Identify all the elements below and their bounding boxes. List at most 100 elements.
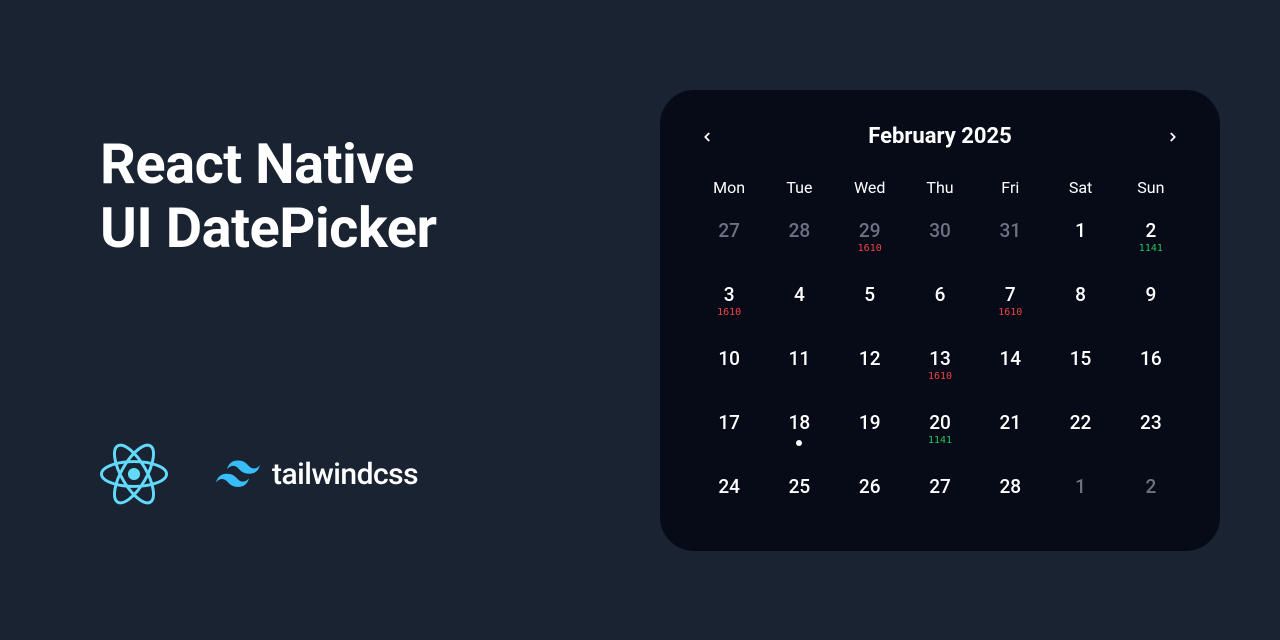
weekday-label: Wed — [835, 178, 905, 203]
day-number: 12 — [859, 347, 881, 370]
day-number: 26 — [859, 475, 881, 498]
day-number: 4 — [794, 283, 805, 306]
day-cell[interactable]: 15 — [1045, 347, 1115, 395]
day-cell[interactable]: 23 — [1116, 411, 1186, 459]
logos-row: tailwindcss — [100, 440, 600, 508]
day-cell[interactable]: 22 — [1045, 411, 1115, 459]
day-cell[interactable]: 29 1610 — [835, 219, 905, 267]
day-cell[interactable]: 21 — [975, 411, 1045, 459]
day-cell[interactable]: 26 — [835, 475, 905, 523]
day-cell[interactable]: 31 — [975, 219, 1045, 267]
prev-month-button[interactable] — [694, 124, 720, 150]
day-number: 27 — [718, 219, 740, 242]
weekday-label: Sat — [1045, 178, 1115, 203]
day-number: 10 — [718, 347, 740, 370]
day-number: 8 — [1075, 283, 1086, 306]
day-cell[interactable]: 11 — [764, 347, 834, 395]
chevron-right-icon — [1166, 130, 1180, 144]
day-number: 28 — [999, 475, 1021, 498]
day-number: 17 — [718, 411, 740, 434]
day-cell[interactable]: 1 — [1045, 475, 1115, 523]
day-number: 20 — [929, 411, 951, 434]
day-number: 7 — [1005, 283, 1016, 306]
day-cell[interactable]: 10 — [694, 347, 764, 395]
day-badge: 1141 — [928, 436, 952, 446]
day-number: 28 — [789, 219, 811, 242]
day-cell[interactable]: 19 — [835, 411, 905, 459]
day-number: 27 — [929, 475, 951, 498]
day-cell[interactable]: 20 1141 — [905, 411, 975, 459]
day-cell[interactable]: 6 — [905, 283, 975, 331]
day-number: 30 — [929, 219, 951, 242]
datepicker: February 2025 MonTueWedThuFriSatSun27282… — [660, 90, 1220, 551]
day-cell[interactable]: 13 1610 — [905, 347, 975, 395]
day-cell[interactable]: 12 — [835, 347, 905, 395]
day-number: 6 — [935, 283, 946, 306]
day-number: 11 — [789, 347, 811, 370]
day-cell[interactable]: 16 — [1116, 347, 1186, 395]
day-number: 14 — [999, 347, 1021, 370]
hero-title-line1: React Native — [100, 131, 414, 197]
day-cell[interactable]: 18 — [764, 411, 834, 459]
weekday-label: Sun — [1116, 178, 1186, 203]
day-cell[interactable]: 28 — [975, 475, 1045, 523]
day-cell[interactable]: 27 — [694, 219, 764, 267]
day-number: 21 — [999, 411, 1021, 434]
weekday-label: Mon — [694, 178, 764, 203]
day-number: 18 — [789, 411, 811, 434]
tailwind-logo: tailwindcss — [216, 457, 418, 492]
day-number: 31 — [999, 219, 1021, 242]
tailwind-icon — [216, 460, 260, 488]
calendar-grid: MonTueWedThuFriSatSun2728291610303112114… — [694, 178, 1186, 523]
day-badge: 1141 — [1139, 244, 1163, 254]
day-cell[interactable]: 3 1610 — [694, 283, 764, 331]
day-cell[interactable]: 2 — [1116, 475, 1186, 523]
day-number: 3 — [724, 283, 735, 306]
day-number: 1 — [1075, 219, 1086, 242]
hero-title: React Native UI DatePicker — [100, 132, 600, 261]
day-cell[interactable]: 9 — [1116, 283, 1186, 331]
day-cell[interactable]: 14 — [975, 347, 1045, 395]
day-cell[interactable]: 1 — [1045, 219, 1115, 267]
day-number: 24 — [718, 475, 740, 498]
react-icon — [100, 440, 168, 508]
tailwind-label: tailwindcss — [272, 457, 418, 492]
day-badge: 1610 — [717, 308, 741, 318]
day-number: 5 — [864, 283, 875, 306]
day-number: 2 — [1145, 475, 1156, 498]
day-number: 23 — [1140, 411, 1162, 434]
month-year-label[interactable]: February 2025 — [868, 124, 1012, 149]
day-number: 1 — [1075, 475, 1086, 498]
day-number: 16 — [1140, 347, 1162, 370]
day-cell[interactable]: 25 — [764, 475, 834, 523]
day-number: 22 — [1070, 411, 1092, 434]
day-number: 13 — [929, 347, 951, 370]
day-cell[interactable]: 24 — [694, 475, 764, 523]
day-number: 9 — [1145, 283, 1156, 306]
hero-title-line2: UI DatePicker — [100, 195, 436, 261]
day-number: 2 — [1145, 219, 1156, 242]
day-number: 29 — [859, 219, 881, 242]
day-number: 15 — [1070, 347, 1092, 370]
day-cell[interactable]: 17 — [694, 411, 764, 459]
day-cell[interactable]: 28 — [764, 219, 834, 267]
day-number: 19 — [859, 411, 881, 434]
weekday-label: Fri — [975, 178, 1045, 203]
day-cell[interactable]: 2 1141 — [1116, 219, 1186, 267]
day-badge: 1610 — [858, 244, 882, 254]
today-dot-icon — [796, 440, 802, 446]
weekday-label: Tue — [764, 178, 834, 203]
next-month-button[interactable] — [1160, 124, 1186, 150]
day-cell[interactable]: 7 1610 — [975, 283, 1045, 331]
day-badge: 1610 — [928, 372, 952, 382]
day-number: 25 — [789, 475, 811, 498]
day-badge: 1610 — [998, 308, 1022, 318]
day-cell[interactable]: 30 — [905, 219, 975, 267]
day-cell[interactable]: 27 — [905, 475, 975, 523]
weekday-label: Thu — [905, 178, 975, 203]
day-cell[interactable]: 5 — [835, 283, 905, 331]
chevron-left-icon — [700, 130, 714, 144]
calendar-header: February 2025 — [694, 124, 1186, 150]
day-cell[interactable]: 4 — [764, 283, 834, 331]
day-cell[interactable]: 8 — [1045, 283, 1115, 331]
